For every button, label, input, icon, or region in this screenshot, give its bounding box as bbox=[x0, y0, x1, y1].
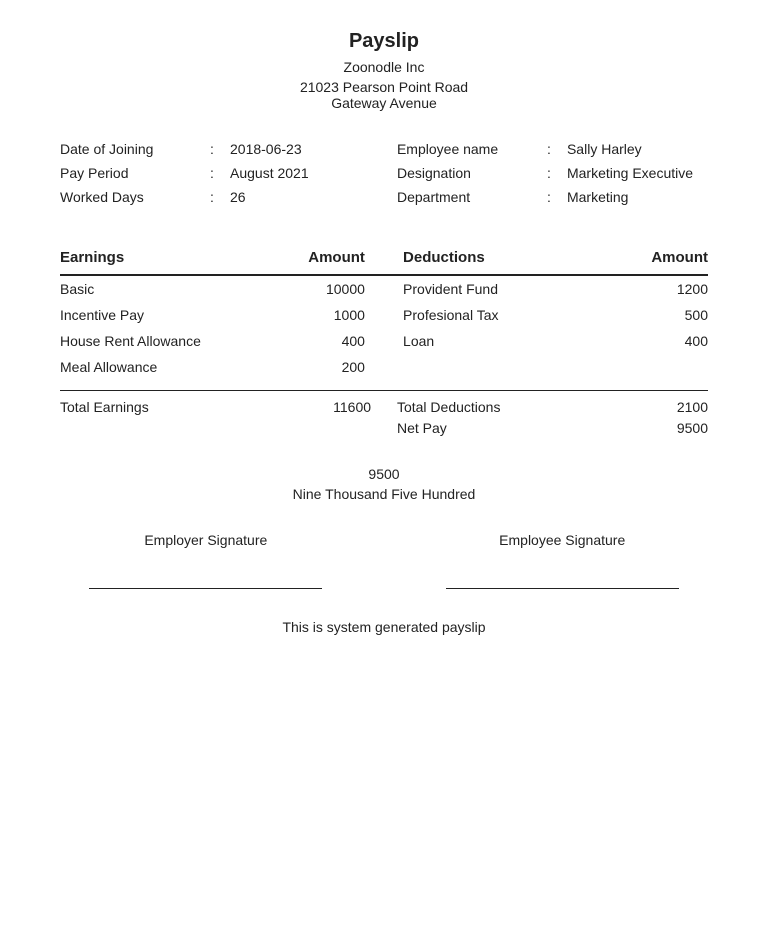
payslip-title: Payslip bbox=[60, 30, 708, 53]
company-name: Zoonodle Inc bbox=[60, 59, 708, 75]
deductions-item-amount: 400 bbox=[606, 328, 708, 354]
pay-period-value: August 2021 bbox=[230, 165, 309, 181]
deductions-header: Deductions bbox=[403, 243, 606, 275]
total-deductions-label: Total Deductions bbox=[397, 399, 501, 415]
employee-name-value: Sally Harley bbox=[567, 141, 642, 157]
table-row: House Rent Allowance400Loan400 bbox=[60, 328, 708, 354]
net-pay-label: Net Pay bbox=[397, 420, 447, 436]
earnings-item-name: Meal Allowance bbox=[60, 354, 263, 380]
footer-note: This is system generated payslip bbox=[60, 619, 708, 635]
colon3: : bbox=[210, 189, 230, 205]
total-earnings-value: 11600 bbox=[333, 399, 371, 436]
deductions-item-amount: 1200 bbox=[606, 275, 708, 302]
deductions-item-name: Loan bbox=[403, 328, 606, 354]
earnings-item-name: House Rent Allowance bbox=[60, 328, 263, 354]
earnings-amount-header: Amount bbox=[263, 243, 365, 275]
deductions-amount-header: Amount bbox=[606, 243, 708, 275]
amount-number: 9500 bbox=[60, 466, 708, 482]
earnings-item-name: Basic bbox=[60, 275, 263, 302]
colon6: : bbox=[547, 189, 567, 205]
deductions-item-name: Profesional Tax bbox=[403, 302, 606, 328]
table-row: Meal Allowance200 bbox=[60, 354, 708, 380]
earnings-header: Earnings bbox=[60, 243, 263, 275]
employer-sig-line bbox=[89, 588, 322, 589]
colon4: : bbox=[547, 141, 567, 157]
amount-words: Nine Thousand Five Hundred bbox=[60, 486, 708, 502]
earnings-item-amount: 1000 bbox=[263, 302, 365, 328]
deductions-item-name bbox=[403, 354, 606, 380]
total-earnings-label: Total Earnings bbox=[60, 399, 149, 436]
earnings-item-name: Incentive Pay bbox=[60, 302, 263, 328]
date-of-joining-label: Date of Joining bbox=[60, 141, 210, 157]
worked-days-value: 26 bbox=[230, 189, 246, 205]
earnings-item-amount: 200 bbox=[263, 354, 365, 380]
deductions-item-name: Provident Fund bbox=[403, 275, 606, 302]
deductions-item-amount: 500 bbox=[606, 302, 708, 328]
employee-name-label: Employee name bbox=[397, 141, 547, 157]
deductions-item-amount bbox=[606, 354, 708, 380]
employee-signature-label: Employee Signature bbox=[416, 532, 708, 548]
payslip-table: Earnings Amount Deductions Amount Basic1… bbox=[60, 243, 708, 380]
department-label: Department bbox=[397, 189, 547, 205]
date-of-joining-value: 2018-06-23 bbox=[230, 141, 302, 157]
address-line1: 21023 Pearson Point Road bbox=[60, 79, 708, 95]
employee-signature-block: Employee Signature bbox=[416, 532, 708, 589]
employee-sig-line bbox=[446, 588, 679, 589]
earnings-item-amount: 400 bbox=[263, 328, 365, 354]
employer-signature-label: Employer Signature bbox=[60, 532, 352, 548]
designation-label: Designation bbox=[397, 165, 547, 181]
total-deductions-value: 2100 bbox=[677, 399, 708, 415]
address-line2: Gateway Avenue bbox=[60, 95, 708, 111]
net-pay-value: 9500 bbox=[677, 420, 708, 436]
designation-value: Marketing Executive bbox=[567, 165, 693, 181]
worked-days-label: Worked Days bbox=[60, 189, 210, 205]
employer-signature-block: Employer Signature bbox=[60, 532, 352, 589]
colon5: : bbox=[547, 165, 567, 181]
colon1: : bbox=[210, 141, 230, 157]
colon2: : bbox=[210, 165, 230, 181]
table-row: Basic10000 Provident Fund1200 bbox=[60, 275, 708, 302]
pay-period-label: Pay Period bbox=[60, 165, 210, 181]
table-row: Incentive Pay1000 Profesional Tax500 bbox=[60, 302, 708, 328]
earnings-item-amount: 10000 bbox=[263, 275, 365, 302]
department-value: Marketing bbox=[567, 189, 628, 205]
